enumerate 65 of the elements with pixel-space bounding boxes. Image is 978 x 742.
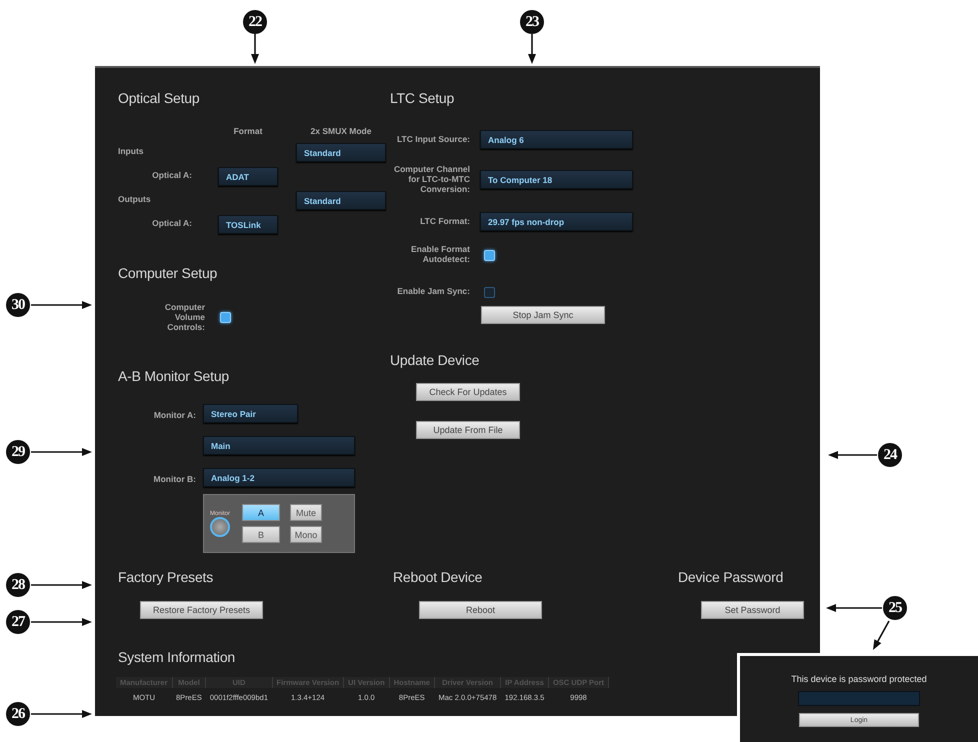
callout-marker: 25 [883,596,907,620]
dropdown[interactable]: Standard [296,190,386,210]
callout-marker: 26 [6,702,30,726]
dropdown[interactable]: 29.97 fps non-drop [480,212,633,232]
callout-marker: 30 [6,293,30,317]
arrow [31,581,92,589]
callout-marker: 29 [6,440,30,464]
field-label: Enable Format Autodetect: [410,245,470,265]
arrow [31,448,92,456]
section-heading: System Information [118,649,236,666]
dropdown[interactable]: TOSLink [218,214,278,234]
section-heading: LTC Setup [390,90,456,106]
field-label: Enable Jam Sync: [396,287,470,298]
dropdown[interactable]: ADAT [218,166,278,186]
column-header: 2x SMUX Mode [310,127,372,137]
callout-marker: 27 [6,610,30,634]
callout-marker: 23 [520,10,544,34]
section-heading: Optical Setup [118,90,200,106]
arrow [31,301,92,309]
field-label: Computer Channel for LTC-to-MTC Conversion: [392,165,470,194]
monitor-button[interactable]: Mute [290,504,322,522]
section-heading: A-B Monitor Setup [118,368,230,384]
dropdown[interactable]: To Computer 18 [480,170,633,190]
dropdown[interactable]: Analog 1-2 [203,468,355,488]
monitor-button[interactable]: B [242,526,280,544]
section-heading: Reboot Device [393,569,484,586]
group-label: Outputs [118,195,152,205]
section-heading: Update Device [390,352,480,368]
stop-jam-sync-button[interactable]: Stop Jam Sync [481,306,605,324]
arrow [31,710,92,718]
arrow [828,451,877,459]
dropdown[interactable]: Standard [296,142,386,162]
checkbox[interactable] [484,286,495,298]
knob[interactable] [210,516,230,537]
group-label: Inputs [118,147,144,157]
dropdown[interactable]: Analog 6 [480,130,633,149]
monitor-button[interactable]: Mono [290,526,322,544]
monitor-button[interactable]: A [242,504,280,522]
section-heading: Device Password [678,569,784,586]
set-password-button[interactable]: Set Password [701,601,804,620]
callout-marker: 24 [878,443,902,467]
arrow [31,618,92,626]
update-button[interactable]: Check For Updates [416,382,520,401]
dropdown[interactable]: Main [203,436,355,456]
arrow [826,604,890,650]
password-field[interactable] [798,691,920,706]
update-button[interactable]: Update From File [416,420,520,439]
login-message: This device is password protected [791,674,927,684]
callout-marker: 28 [6,573,30,597]
arrow [251,34,259,64]
field-label: Computer Volume Controls: [164,303,205,332]
field-label: Optical A: [151,219,193,229]
arrow [528,34,536,64]
column-header: Format [232,127,264,137]
field-label: Monitor B: [154,474,196,484]
field-label: LTC Input Source: [396,134,470,144]
field-label: Monitor A: [154,410,196,420]
field-label: Optical A: [151,171,193,181]
restore-factory-presets-button[interactable]: Restore Factory Presets [140,601,263,620]
field-label: LTC Format: [419,216,470,227]
callout-marker: 22 [243,10,267,34]
reboot-button[interactable]: Reboot [419,601,542,620]
section-heading: Factory Presets [118,569,214,586]
section-heading: Computer Setup [118,265,218,281]
dropdown[interactable]: Stereo Pair [203,404,298,424]
